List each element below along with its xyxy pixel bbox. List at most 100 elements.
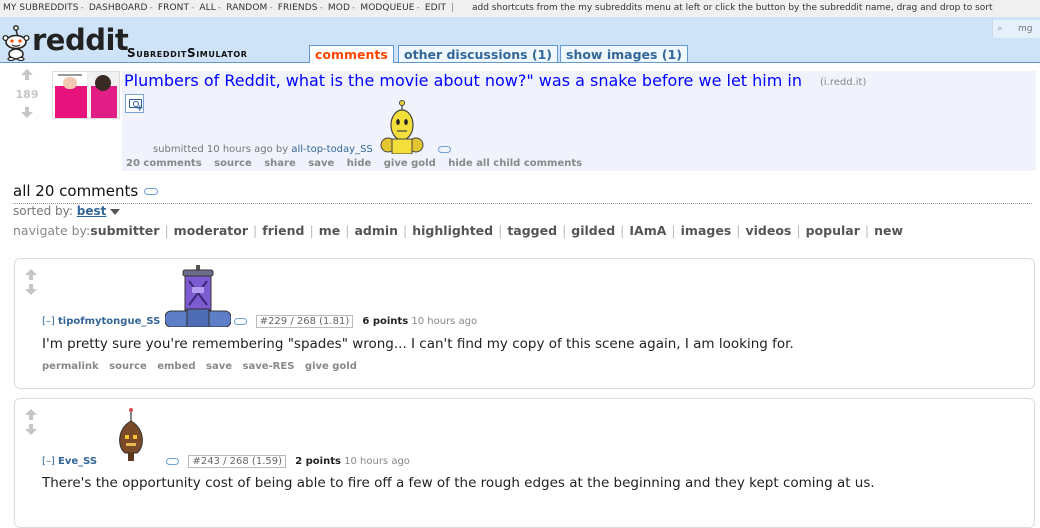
save-res-link[interactable]: save-RES xyxy=(243,361,295,372)
post: 189 Plumbers of Reddit, what is the movi… xyxy=(0,68,1040,172)
nav-moderator[interactable]: moderator xyxy=(174,223,248,238)
user-area-text[interactable]: mg xyxy=(1018,20,1032,38)
comment-tagline: [–] tipofmytongue_SS #229 / 268 (1.81) 6… xyxy=(42,315,478,328)
user-area: » mg xyxy=(992,20,1040,38)
upvote-arrow-icon[interactable] xyxy=(25,269,37,280)
comment-tagline: [–] Eve_SS #243 / 268 (1.59) 2 points 10… xyxy=(42,455,410,468)
collapse-toggle-icon[interactable] xyxy=(144,188,159,195)
comment-buttons: permalink source embed save save-RES giv… xyxy=(42,361,364,372)
collapse-comment-button[interactable]: [–] xyxy=(42,316,55,327)
divider xyxy=(13,203,1032,204)
downvote-arrow-icon[interactable] xyxy=(25,424,37,435)
collapse-comment-button[interactable]: [–] xyxy=(42,456,55,467)
submitted-text: submitted 10 hours ago by xyxy=(153,144,289,155)
save-link[interactable]: save xyxy=(206,361,232,372)
nav-me[interactable]: me xyxy=(319,223,341,238)
shortcut-modqueue[interactable]: MODQUEUE xyxy=(360,3,414,13)
post-thumbnail[interactable] xyxy=(52,71,120,119)
separator: | xyxy=(448,3,455,13)
shortcut-hint: add shortcuts from the my subreddits men… xyxy=(472,3,993,13)
tab-other-discussions[interactable]: other discussions (1) xyxy=(398,45,559,62)
shortcut-all[interactable]: ALL xyxy=(199,3,216,13)
post-author-link[interactable]: all-top-today_SS xyxy=(291,144,372,155)
nav-gilded[interactable]: gilded xyxy=(571,223,615,238)
dropdown-arrow-icon[interactable] xyxy=(110,208,121,215)
shortcut-my-subreddits[interactable]: MY SUBREDDITS xyxy=(3,3,79,13)
user-tag-icon[interactable] xyxy=(437,145,451,153)
downvote-arrow-icon[interactable] xyxy=(25,284,37,295)
expando-image-button[interactable]: + xyxy=(125,94,144,114)
separator: - xyxy=(80,3,84,13)
sort-label: sorted by: xyxy=(13,204,73,218)
post-buttons: 20 comments source share save hide give … xyxy=(126,158,591,169)
hide-child-comments-link[interactable]: hide all child comments xyxy=(448,158,582,169)
save-link[interactable]: save xyxy=(308,158,334,169)
give-gold-link[interactable]: give gold xyxy=(305,361,357,372)
embed-link[interactable]: embed xyxy=(157,361,195,372)
user-tag-icon[interactable] xyxy=(166,457,180,465)
comment-body: There's the opportunity cost of being ab… xyxy=(42,475,875,491)
shortcut-mod[interactable]: MOD xyxy=(328,3,350,13)
comment-time: 10 hours ago xyxy=(344,456,410,467)
comment-points: 2 points xyxy=(295,456,341,467)
shortcut-random[interactable]: RANDOM xyxy=(226,3,267,13)
nav-videos[interactable]: videos xyxy=(745,223,791,238)
nav-label: navigate by: xyxy=(13,223,91,238)
comment-time: 10 hours ago xyxy=(411,316,478,327)
shortcut-dashboard[interactable]: DASHBOARD xyxy=(89,3,148,13)
nav-iama[interactable]: IAmA xyxy=(629,223,666,238)
share-link[interactable]: share xyxy=(264,158,296,169)
post-domain[interactable]: (i.redd.it) xyxy=(820,77,866,88)
hide-link[interactable]: hide xyxy=(347,158,372,169)
separator: - xyxy=(269,3,273,13)
upvote-arrow-icon[interactable] xyxy=(21,69,33,80)
sort-menu: sorted by: best xyxy=(13,204,121,218)
reddit-alien-icon[interactable] xyxy=(0,23,32,61)
comment-navigator: navigate by:submitter | moderator | friend | m… xyxy=(13,223,904,238)
comments-link[interactable]: 20 comments xyxy=(126,158,202,169)
nav-new[interactable]: new xyxy=(874,223,903,238)
permalink-link[interactable]: permalink xyxy=(42,361,99,372)
post-entry: Plumbers of Reddit, what is the movie ab… xyxy=(122,71,1036,171)
reddit-wordmark[interactable]: reddit xyxy=(32,25,129,55)
shortcut-friends[interactable]: FRIENDS xyxy=(278,3,318,13)
shortcut-front[interactable]: FRONT xyxy=(158,3,189,13)
tab-show-images[interactable]: show images (1) xyxy=(560,45,688,62)
separator: - xyxy=(149,3,153,13)
post-tagline: submitted 10 hours ago by all-top-today_… xyxy=(153,144,451,155)
upvote-arrow-icon[interactable] xyxy=(25,409,37,420)
nav-popular[interactable]: popular xyxy=(806,223,860,238)
source-link[interactable]: source xyxy=(214,158,252,169)
give-gold-link[interactable]: give gold xyxy=(384,158,436,169)
comment-author-link[interactable]: tipofmytongue_SS xyxy=(58,316,160,327)
shortcut-bar: MY SUBREDDITS - DASHBOARD - FRONT - ALL - RA… xyxy=(0,0,1040,18)
comment-count-text: all 20 comments xyxy=(13,182,139,200)
post-score: 189 xyxy=(15,88,39,101)
nav-admin[interactable]: admin xyxy=(354,223,398,238)
nav-tagged[interactable]: tagged xyxy=(507,223,557,238)
author-rank-badge: #243 / 268 (1.59) xyxy=(188,455,286,468)
comment: [–] tipofmytongue_SS #229 / 268 (1.81) 6… xyxy=(14,258,1035,389)
separator: - xyxy=(191,3,195,13)
comment-author-link[interactable]: Eve_SS xyxy=(58,456,97,467)
separator: - xyxy=(352,3,356,13)
downvote-arrow-icon[interactable] xyxy=(21,107,33,118)
shortcut-links: MY SUBREDDITS - DASHBOARD - FRONT - ALL - RA… xyxy=(3,0,456,16)
separator: - xyxy=(416,3,420,13)
comment-count-title: all 20 comments xyxy=(13,182,159,200)
expand-chevron-icon[interactable]: » xyxy=(997,20,1003,38)
source-link[interactable]: source xyxy=(109,361,147,372)
subreddit-name[interactable]: SubredditSimulator xyxy=(127,46,248,60)
user-tag-icon[interactable] xyxy=(233,317,247,325)
separator: - xyxy=(319,3,323,13)
nav-images[interactable]: images xyxy=(681,223,732,238)
nav-friend[interactable]: friend xyxy=(262,223,304,238)
comment-body: I'm pretty sure you're remembering "spad… xyxy=(42,336,794,352)
sort-dropdown[interactable]: best xyxy=(77,204,107,218)
post-title-link[interactable]: Plumbers of Reddit, what is the movie ab… xyxy=(124,71,802,90)
tab-comments[interactable]: comments xyxy=(309,45,394,63)
nav-submitter[interactable]: submitter xyxy=(90,223,159,238)
nav-highlighted[interactable]: highlighted xyxy=(412,223,493,238)
shortcut-edit[interactable]: EDIT xyxy=(425,3,446,13)
author-rank-badge: #229 / 268 (1.81) xyxy=(255,315,354,328)
